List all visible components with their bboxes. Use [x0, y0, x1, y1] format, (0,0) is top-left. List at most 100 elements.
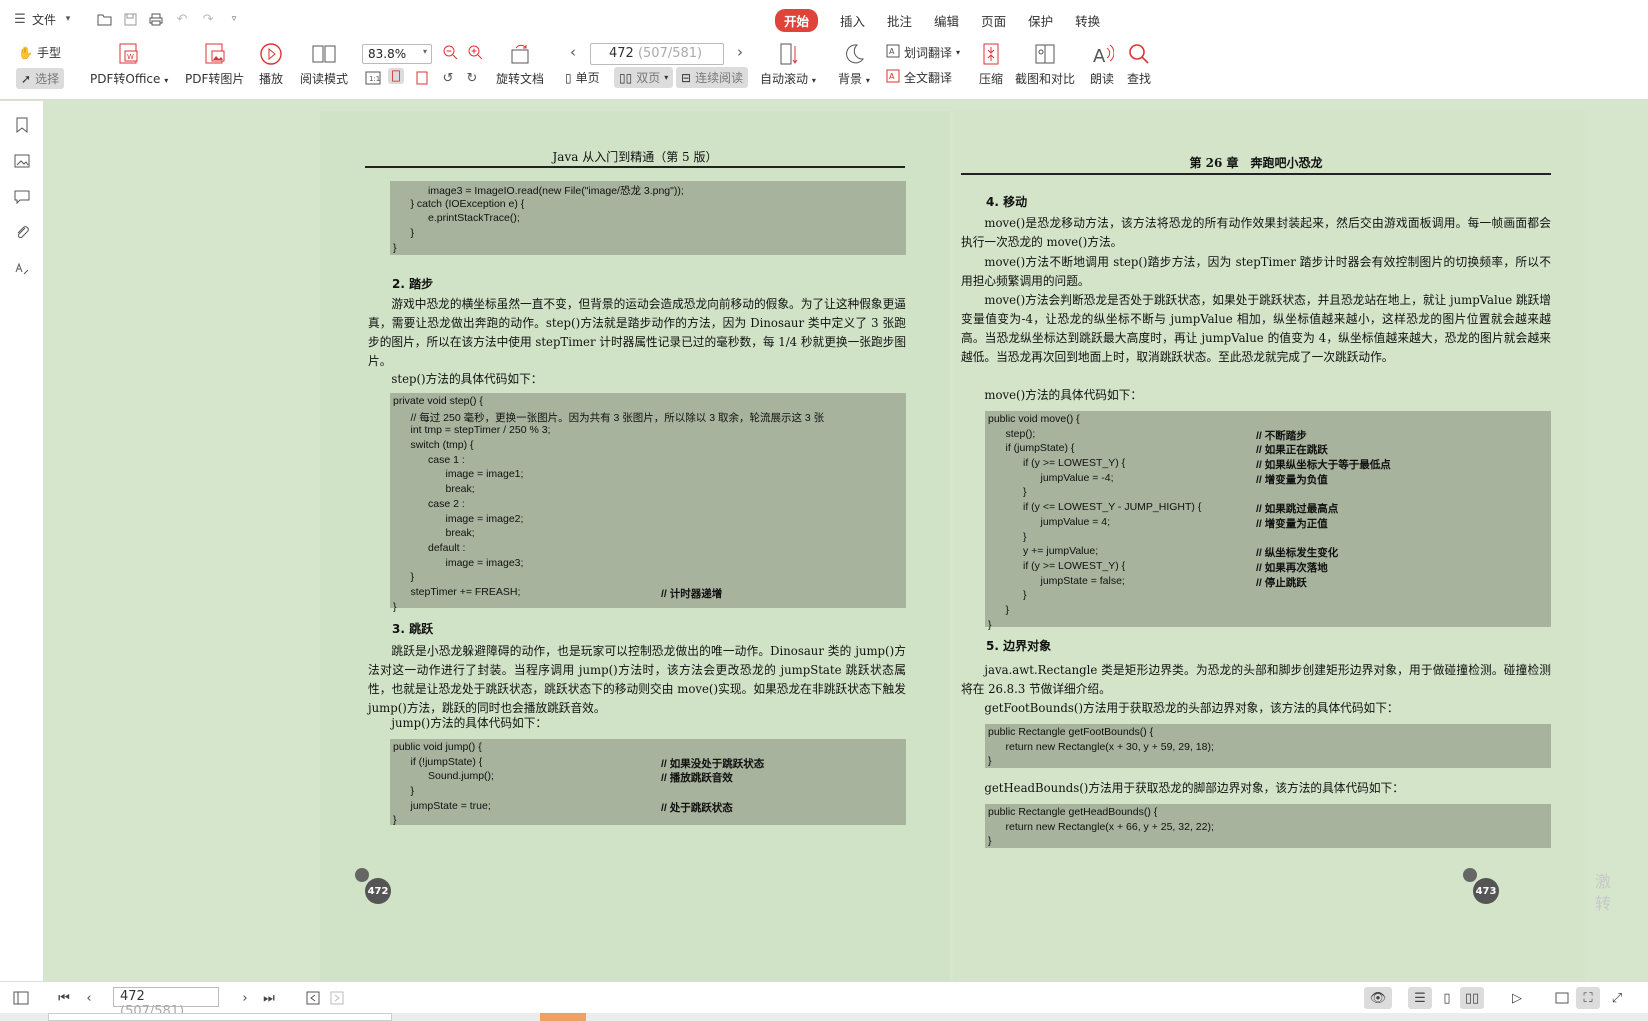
rotate-right-icon[interactable]: ↻ — [464, 70, 480, 86]
save-icon[interactable] — [122, 11, 138, 27]
background-button[interactable]: 背景 ▾ — [838, 42, 870, 87]
compress-label: 压缩 — [978, 72, 1003, 86]
code-comment: // 如果纵坐标大于等于最低点 — [1256, 459, 1391, 472]
select-tool-button[interactable]: ➚ 选择 — [16, 68, 65, 89]
taskbar-window[interactable] — [48, 1013, 392, 1021]
prev-page-icon[interactable]: ‹ — [80, 990, 98, 1006]
code-text: } — [988, 835, 992, 848]
code-text: if (y >= LOWEST_Y) { — [988, 457, 1126, 470]
paragraph: move()方法的具体代码如下： — [984, 388, 1143, 402]
status-page-input[interactable]: 472 (507/581) — [113, 987, 219, 1019]
tab-protect[interactable]: 保护 — [1028, 11, 1053, 30]
code-text: stepTimer += FREASH; — [393, 585, 521, 598]
fit-page-icon[interactable] — [388, 68, 404, 84]
continuous-view-icon[interactable]: ☰ — [1408, 987, 1432, 1009]
thumbnail-icon[interactable] — [12, 151, 32, 171]
attachment-icon[interactable] — [12, 222, 32, 242]
single-view-icon[interactable]: ▯ — [1438, 990, 1456, 1006]
fit-page-icon[interactable]: ⛶ — [1576, 987, 1600, 1009]
tab-insert[interactable]: 插入 — [840, 11, 865, 30]
continuous-read-button[interactable]: ⊟ 连续阅读 — [676, 67, 749, 88]
pdf-to-image-label: PDF转图片 — [185, 72, 245, 86]
code-text: } — [393, 814, 397, 827]
single-page-button[interactable]: ▯ 单页 — [565, 69, 600, 86]
taskbar-app[interactable] — [540, 1013, 586, 1021]
auto-scroll-button[interactable]: 自动滚动 ▾ — [760, 42, 816, 87]
go-forward-icon[interactable] — [328, 990, 346, 1006]
screenshot-compare-button[interactable]: 截图和对比 — [1015, 42, 1075, 87]
full-translate-button[interactable]: A 全文翻译 — [886, 69, 952, 86]
undo-icon[interactable]: ↶ — [174, 11, 190, 27]
word-translate-button[interactable]: A 划词翻译 ▾ — [886, 44, 960, 61]
code-text: y += jumpValue; — [988, 545, 1099, 558]
bookmark-icon[interactable] — [12, 115, 32, 135]
eye-care-icon[interactable]: 👁 — [1364, 987, 1392, 1009]
pdf-to-image-button[interactable]: PDF转图片 — [185, 42, 244, 87]
rotate-doc-button[interactable]: 旋转文档 — [496, 42, 544, 87]
moon-icon — [841, 42, 867, 66]
zoom-in-icon[interactable] — [467, 44, 483, 60]
paragraph: step()方法的具体代码如下： — [391, 372, 543, 386]
dropdown-caret-icon: ▾ — [865, 76, 870, 85]
file-menu[interactable]: ☰ 文件 ▾ — [12, 11, 76, 28]
rotate-left-icon[interactable]: ↺ — [440, 70, 456, 86]
read-mode-button[interactable]: 阅读模式 — [300, 42, 348, 87]
hand-tool-button[interactable]: ✋ 手型 — [18, 44, 61, 61]
actual-size-icon[interactable] — [1553, 990, 1571, 1006]
tab-page[interactable]: 页面 — [981, 11, 1006, 30]
tab-annotate[interactable]: 批注 — [887, 11, 912, 30]
code-line: public Rectangle getFootBounds() { — [988, 726, 1548, 741]
print-icon[interactable] — [148, 11, 164, 27]
fit-width-icon[interactable]: ⤢ — [1608, 990, 1626, 1006]
first-page-icon[interactable]: ⏮ — [55, 990, 73, 1006]
page-number-input[interactable]: 472 (507/581) — [590, 43, 724, 65]
play-icon[interactable]: ▷ — [1508, 990, 1526, 1006]
chevron-down-icon: ▾ — [65, 14, 71, 24]
open-folder-icon[interactable] — [96, 11, 112, 27]
read-aloud-button[interactable]: A 朗读 — [1089, 42, 1115, 87]
tab-edit[interactable]: 编辑 — [934, 11, 959, 30]
signature-icon[interactable] — [12, 258, 32, 278]
double-page-button[interactable]: ▯▯ 双页 ▾ — [614, 67, 674, 88]
taskbar-strip — [0, 1013, 1648, 1021]
read-aloud-icon: A — [1089, 42, 1115, 66]
paragraph: jump()方法的具体代码如下： — [391, 716, 548, 730]
code-line: switch (tmp) { — [393, 439, 903, 454]
compress-button[interactable]: 压缩 — [978, 42, 1004, 87]
pdf-to-image-icon — [202, 42, 228, 66]
zoom-out-icon[interactable] — [442, 44, 458, 60]
actual-size-icon[interactable]: 1:1 — [365, 70, 381, 86]
last-page-icon[interactable]: ⏭ — [260, 990, 278, 1006]
code-line: } — [988, 531, 1548, 546]
pdf-page-left: Java 从入门到精通（第 5 版） image3 = ImageIO.read… — [320, 111, 950, 981]
code-line: public void move() { — [988, 413, 1548, 428]
word-translate-label: 划词翻译 — [904, 46, 953, 60]
next-page-icon[interactable]: › — [732, 43, 748, 61]
play-button[interactable]: 播放 — [258, 42, 284, 87]
code-line: return new Rectangle(x + 30, y + 59, 29,… — [988, 741, 1548, 756]
code-text: jumpState = true; — [393, 799, 491, 812]
pdf-to-office-button[interactable]: W PDF转Office ▾ — [90, 42, 168, 87]
go-back-icon[interactable] — [304, 990, 322, 1006]
header-rule — [365, 166, 905, 168]
code-line: stepTimer += FREASH; // 计时器递增 — [393, 586, 903, 601]
fit-width-icon[interactable] — [414, 70, 430, 86]
next-page-icon[interactable]: › — [236, 990, 254, 1006]
customize-quick-access-icon[interactable]: ▿ — [226, 11, 242, 27]
code-text: jumpState = false; — [988, 574, 1125, 587]
sidebar-toggle-icon[interactable] — [12, 990, 30, 1006]
code-text: break; — [393, 527, 475, 540]
tab-home[interactable]: 开始 — [775, 9, 819, 32]
paragraph: move()是恐龙移动方法，该方法将恐龙的所有动作效果封装起来，然后交由游戏面板… — [961, 216, 1551, 249]
prev-page-icon[interactable]: ‹ — [565, 43, 581, 61]
search-button[interactable]: 查找 — [1126, 42, 1152, 87]
code-text: } — [393, 571, 415, 584]
tab-convert[interactable]: 转换 — [1075, 11, 1100, 30]
zoom-select[interactable]: 83.8% ▾ — [362, 44, 432, 64]
comment-icon[interactable] — [12, 187, 32, 207]
background-label: 背景 — [838, 72, 863, 86]
document-viewer[interactable]: Java 从入门到精通（第 5 版） image3 = ImageIO.read… — [45, 101, 1648, 981]
double-view-icon[interactable]: ▯▯ — [1460, 987, 1484, 1009]
redo-icon[interactable]: ↷ — [200, 11, 216, 27]
code-text: image = image1; — [393, 468, 524, 481]
